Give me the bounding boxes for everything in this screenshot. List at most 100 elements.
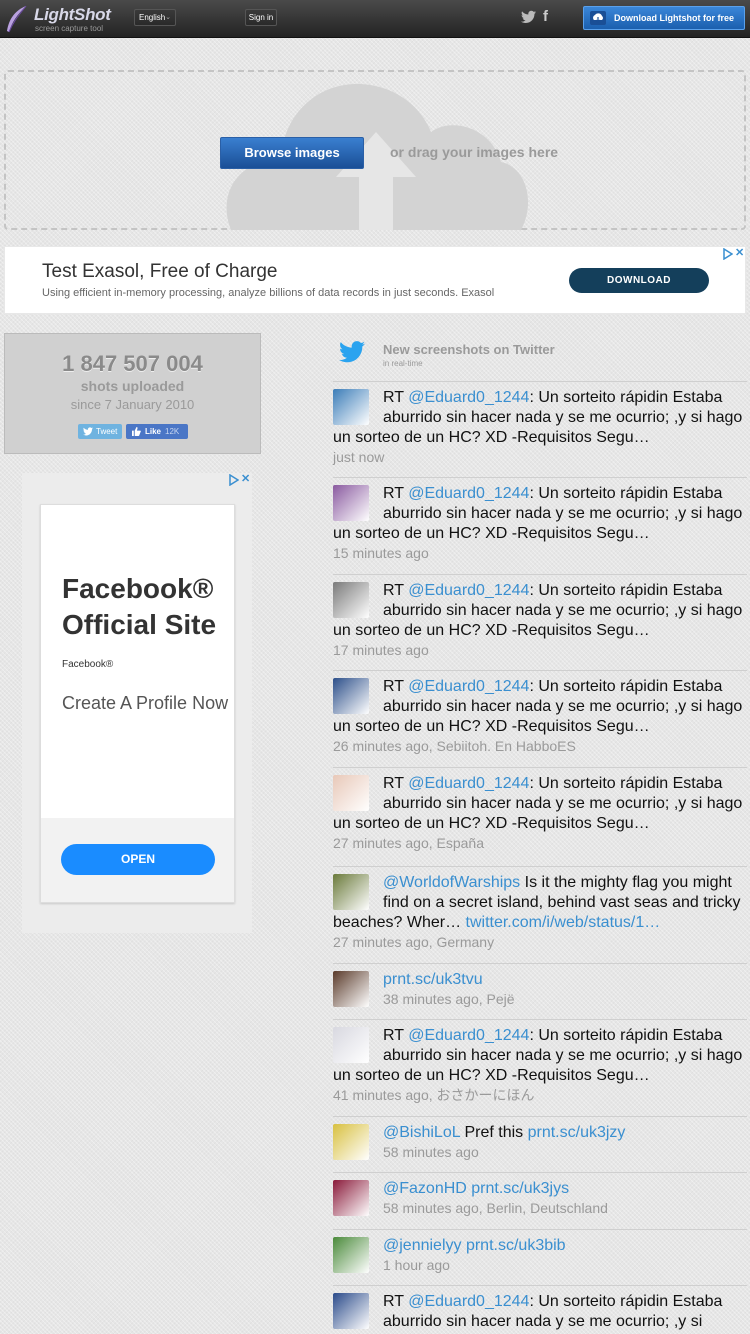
tweet-item[interactable]: @WorldofWarships Is it the mighty flag y… — [333, 866, 747, 963]
avatar[interactable] — [333, 971, 369, 1007]
tweet-text: @jennielyy prnt.sc/uk3bib — [333, 1230, 747, 1256]
upload-dropzone[interactable]: Browse images or drag your images here — [4, 70, 746, 230]
language-select[interactable]: English ⌄ — [134, 9, 176, 26]
shots-count: 1 847 507 004 — [62, 351, 203, 376]
tweet-handle-link[interactable]: @WorldofWarships — [383, 874, 520, 891]
tweet-prefix: RT — [383, 582, 409, 599]
ad-banner-top[interactable]: Test Exasol, Free of Charge Using effici… — [4, 246, 746, 314]
avatar[interactable] — [333, 1027, 369, 1063]
avatar[interactable] — [333, 1180, 369, 1216]
thumbs-up-icon — [132, 427, 141, 436]
tweet-text: prnt.sc/uk3tvu — [333, 964, 747, 990]
twitter-feed-header: New screenshots on Twitter in real-time — [333, 333, 745, 381]
tweet-item[interactable]: RT @Eduard0_1244: Un sorteito rápidin Es… — [333, 767, 747, 866]
tweet-item[interactable]: RT @Eduard0_1244: Un sorteito rápidin Es… — [333, 381, 747, 477]
tweet-link[interactable]: prnt.sc/uk3jys — [471, 1180, 569, 1197]
ad-title: Test Exasol, Free of Charge — [42, 261, 278, 282]
like-count: 12K — [165, 427, 180, 436]
tweet-meta: 26 minutes ago, Sebiitoh. En HabboES — [333, 738, 576, 754]
download-lightshot-button[interactable]: Download Lightshot for free — [583, 6, 745, 30]
tweet-meta: 41 minutes ago, おさかーにほん — [333, 1087, 535, 1103]
ad-card-title: Facebook® Official Site — [62, 573, 217, 640]
tweet-handle-link[interactable]: @Eduard0_1244 — [408, 775, 529, 792]
tweet-handle-link[interactable]: @FazonHD — [383, 1180, 467, 1197]
ad-open-button[interactable]: OPEN — [61, 844, 215, 875]
tweet-handle-link[interactable]: @BishiLoL — [383, 1124, 460, 1141]
tweet-link[interactable]: prnt.sc/uk3jzy — [528, 1124, 626, 1141]
browse-images-button[interactable]: Browse images — [220, 137, 364, 169]
tweet-handle-link[interactable]: @Eduard0_1244 — [408, 389, 529, 406]
avatar[interactable] — [333, 1124, 369, 1160]
twitter-bird-icon — [339, 341, 365, 363]
tweet-button[interactable]: Tweet — [78, 424, 122, 439]
tweet-item[interactable]: RT @Eduard0_1244: Un sorteito rápidin Es… — [333, 574, 747, 670]
ad-download-button[interactable]: DOWNLOAD — [569, 268, 709, 293]
facebook-icon[interactable]: f — [543, 9, 553, 25]
tweet-handle-link[interactable]: @Eduard0_1244 — [408, 678, 529, 695]
tweet-link[interactable]: twitter.com/i/web/status/1… — [466, 914, 661, 931]
tweet-handle-link[interactable]: prnt.sc/uk3tvu — [383, 971, 483, 988]
tweet-item[interactable]: @FazonHD prnt.sc/uk3jys 58 minutes ago, B… — [333, 1172, 747, 1229]
adchoices-icon — [229, 474, 239, 486]
language-value: English — [139, 13, 166, 22]
tweet-prefix: RT — [383, 1293, 409, 1310]
tweet-item[interactable]: RT @Eduard0_1244: Un sorteito rápidin Es… — [333, 670, 747, 767]
tweet-handle-link[interactable]: @Eduard0_1244 — [408, 485, 529, 502]
tweet-text: RT @Eduard0_1244: Un sorteito rápidin Es… — [333, 575, 747, 641]
avatar[interactable] — [333, 1293, 369, 1329]
drag-hint: or drag your images here — [390, 144, 559, 160]
tweet-handle-link[interactable]: @jennielyy — [383, 1237, 462, 1254]
tweet-meta: 1 hour ago — [383, 1257, 450, 1273]
download-label: Download Lightshot for free — [614, 13, 734, 23]
close-icon[interactable]: ✕ — [735, 247, 744, 259]
tweet-handle-link[interactable]: @Eduard0_1244 — [408, 582, 529, 599]
adchoices-control[interactable]: ✕ — [229, 473, 251, 486]
twitter-icon[interactable] — [521, 10, 536, 24]
tweet-prefix: RT — [383, 1027, 409, 1044]
lightshot-logo[interactable]: LightShot screen capture tool — [4, 4, 114, 34]
tweet-text: RT @Eduard0_1244: Un sorteito rápidin Es… — [333, 768, 747, 834]
tweet-meta: 15 minutes ago — [333, 545, 429, 561]
avatar[interactable] — [333, 775, 369, 811]
tweet-item[interactable]: @jennielyy prnt.sc/uk3bib 1 hour ago — [333, 1229, 747, 1285]
tweet-prefix: RT — [383, 678, 409, 695]
tweet-item[interactable]: RT @Eduard0_1244: Un sorteito rápidin Es… — [333, 477, 747, 574]
tweet-link[interactable]: prnt.sc/uk3bib — [466, 1237, 566, 1254]
twitter-bird-icon — [83, 427, 93, 436]
tweet-meta: just now — [333, 449, 385, 465]
tweet-text: @BishiLoL Pref this prnt.sc/uk3jzy — [333, 1117, 747, 1143]
tweet-meta: 58 minutes ago — [383, 1144, 479, 1160]
tweet-meta: 58 minutes ago, Berlin, Deutschland — [383, 1200, 608, 1216]
avatar[interactable] — [333, 389, 369, 425]
tweet-text: RT @Eduard0_1244: Un sorteito rápidin Es… — [333, 1286, 747, 1332]
tweet-prefix: RT — [383, 775, 409, 792]
tweet-label: Tweet — [96, 427, 118, 436]
logo-text: LightShot — [34, 5, 111, 24]
tweet-item[interactable]: RT @Eduard0_1244: Un sorteito rápidin Es… — [333, 1019, 747, 1116]
ad-card-description: Create A Profile Now — [62, 693, 229, 713]
ad-card[interactable]: Facebook® Official Site Facebook® Create… — [40, 504, 235, 903]
tweet-handle-link[interactable]: @Eduard0_1244 — [408, 1027, 529, 1044]
avatar[interactable] — [333, 582, 369, 618]
adchoices-control[interactable]: ✕ — [723, 247, 745, 260]
avatar[interactable] — [333, 678, 369, 714]
like-button[interactable]: Like 12K — [126, 424, 188, 439]
feed-subtitle: in real-time — [383, 359, 423, 368]
ad-subtitle: Using efficient in-memory processing, an… — [42, 287, 495, 299]
tweet-item[interactable]: RT @Eduard0_1244: Un sorteito rápidin Es… — [333, 1285, 747, 1334]
tweet-item[interactable]: prnt.sc/uk3tvu 38 minutes ago, Pejë — [333, 963, 747, 1019]
tweet-prefix: RT — [383, 389, 409, 406]
tweet-item[interactable]: @BishiLoL Pref this prnt.sc/uk3jzy 58 min… — [333, 1116, 747, 1172]
close-icon[interactable]: ✕ — [241, 473, 250, 485]
tweet-text: RT @Eduard0_1244: Un sorteito rápidin Es… — [333, 671, 747, 737]
avatar[interactable] — [333, 874, 369, 910]
tweet-handle-link[interactable]: @Eduard0_1244 — [408, 1293, 529, 1310]
avatar[interactable] — [333, 1237, 369, 1273]
tweet-meta: 27 minutes ago, España — [333, 835, 484, 851]
sign-in-button[interactable]: Sign in — [245, 9, 277, 26]
avatar[interactable] — [333, 485, 369, 521]
top-bar: LightShot screen capture tool English ⌄ … — [0, 0, 750, 38]
adchoices-icon — [723, 248, 733, 260]
chevron-down-icon: ⌄ — [165, 14, 171, 21]
ad-sidebar[interactable]: ✕ Facebook® Official Site Facebook® Crea… — [22, 473, 252, 933]
